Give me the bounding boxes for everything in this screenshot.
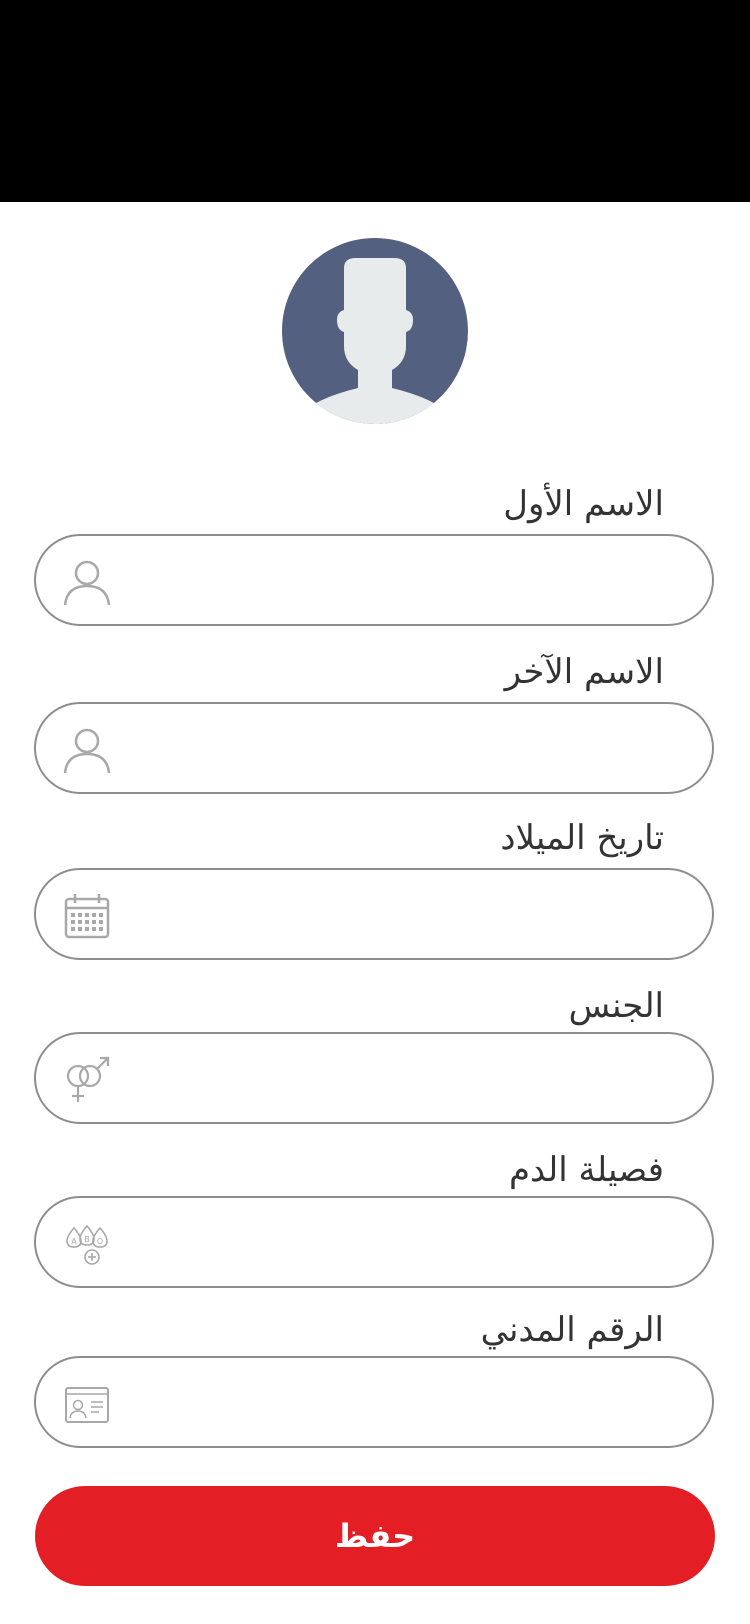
calendar-icon bbox=[64, 894, 110, 939]
gender-label: الجنس bbox=[568, 986, 664, 1026]
last-name-input[interactable] bbox=[136, 704, 682, 792]
blood-type-input[interactable] bbox=[136, 1198, 682, 1286]
svg-text:A: A bbox=[71, 1237, 77, 1246]
profile-avatar[interactable] bbox=[282, 238, 468, 424]
gender-icon bbox=[66, 1056, 110, 1102]
last-name-field[interactable] bbox=[34, 702, 714, 794]
user-icon bbox=[63, 560, 111, 606]
first-name-input[interactable] bbox=[136, 536, 682, 624]
gender-field[interactable] bbox=[34, 1032, 714, 1124]
svg-text:B: B bbox=[84, 1235, 90, 1244]
first-name-label: الاسم الأول bbox=[503, 484, 664, 524]
birth-date-input[interactable] bbox=[136, 870, 682, 958]
first-name-field[interactable] bbox=[34, 534, 714, 626]
birth-date-field[interactable] bbox=[34, 868, 714, 960]
user-icon bbox=[63, 728, 111, 774]
avatar-placeholder-icon bbox=[290, 258, 460, 424]
civil-id-input[interactable] bbox=[136, 1358, 682, 1446]
save-button[interactable]: حفظ bbox=[35, 1486, 715, 1586]
blood-type-field[interactable]: A B O bbox=[34, 1196, 714, 1288]
birth-date-label: تاريخ الميلاد bbox=[500, 818, 664, 858]
svg-text:O: O bbox=[97, 1237, 103, 1246]
civil-id-field[interactable] bbox=[34, 1356, 714, 1448]
blood-type-icon: A B O bbox=[66, 1224, 108, 1265]
blood-type-label: فصيلة الدم bbox=[509, 1150, 664, 1190]
status-bar bbox=[0, 0, 750, 202]
gender-input[interactable] bbox=[136, 1034, 682, 1122]
id-card-icon bbox=[65, 1387, 109, 1423]
last-name-label: الاسم الآخر bbox=[504, 652, 664, 692]
civil-id-label: الرقم المدني bbox=[480, 1310, 664, 1350]
